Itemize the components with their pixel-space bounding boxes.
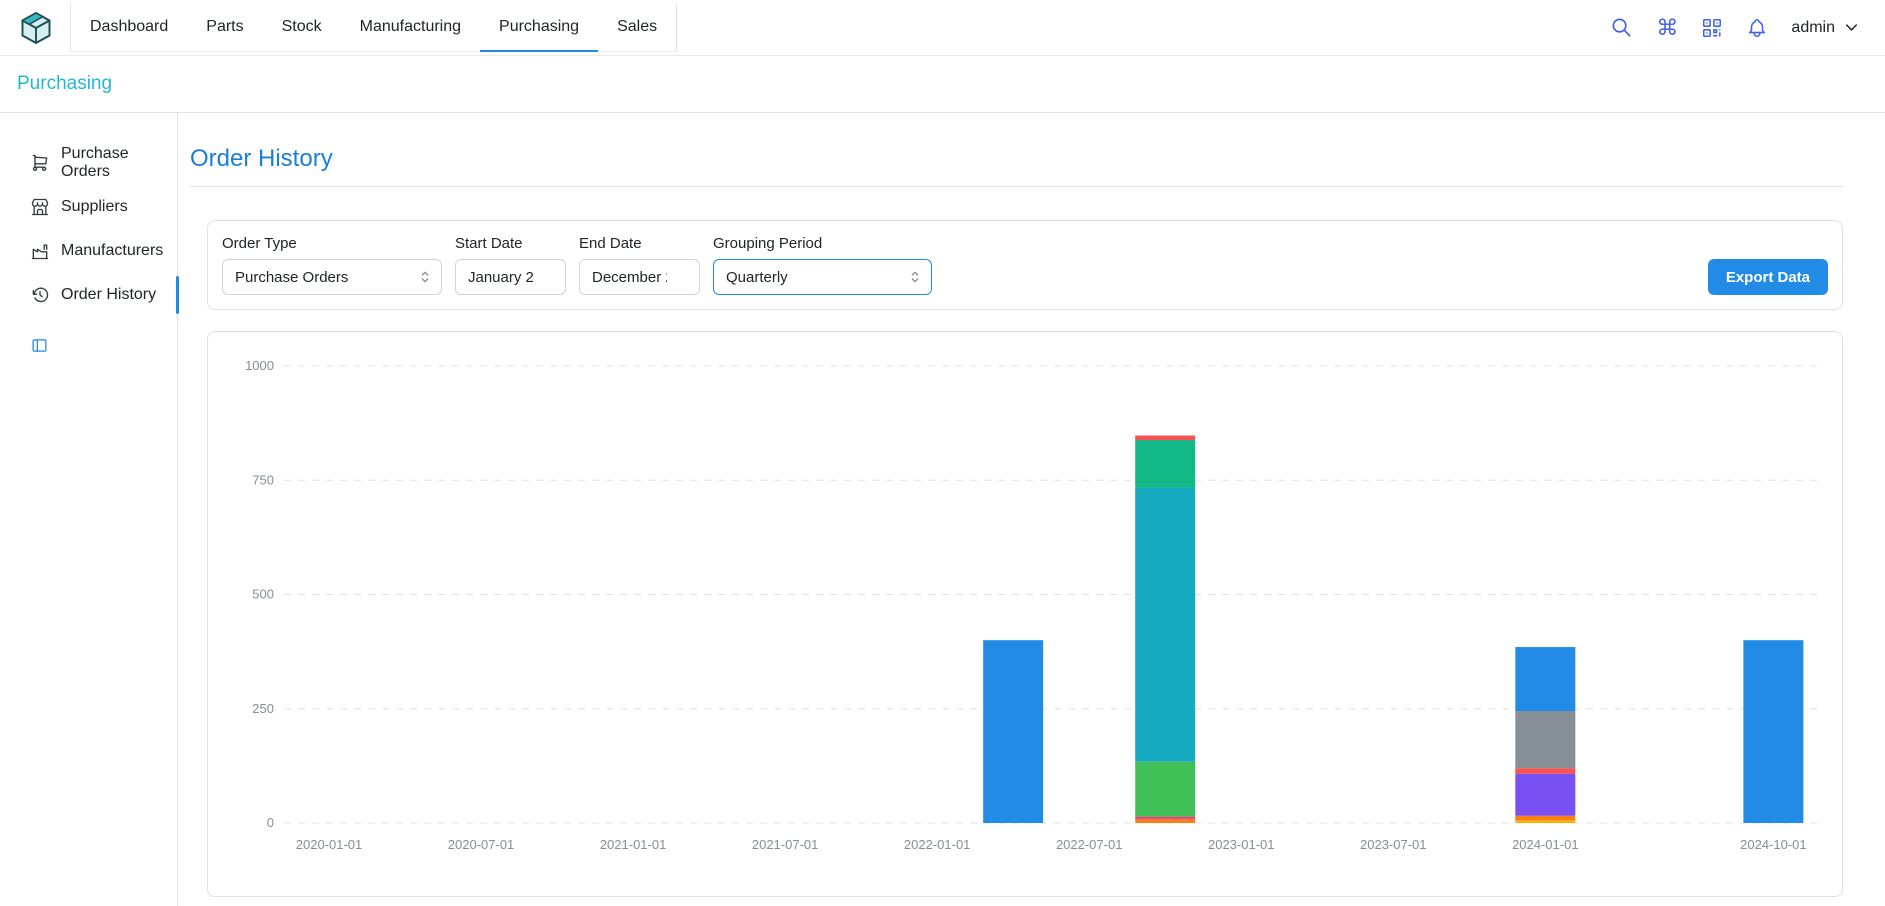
bar-segment [1135,488,1195,762]
bar-segment [1515,820,1575,823]
tab-manufacturing[interactable]: Manufacturing [341,4,480,52]
bar-segment [1515,816,1575,821]
start-date-label: Start Date [455,235,566,252]
bell-icon[interactable] [1746,17,1768,39]
top-navbar: Dashboard Parts Stock Manufacturing Purc… [0,0,1885,56]
svg-text:2020-07-01: 2020-07-01 [448,837,515,852]
header-actions: ⌘ admin [1610,16,1861,39]
svg-text:1000: 1000 [245,358,274,373]
sidebar-item-label: Manufacturers [61,242,163,260]
order-type-field: Order Type [222,235,442,295]
svg-text:2021-01-01: 2021-01-01 [600,837,667,852]
bar-segment [1515,711,1575,768]
grouping-period-select[interactable] [713,259,932,295]
app-logo-icon[interactable] [18,10,54,46]
command-icon[interactable]: ⌘ [1656,17,1678,39]
title-divider [190,186,1843,187]
tab-parts[interactable]: Parts [187,4,262,52]
store-icon [30,197,50,217]
page-content: Purchase Orders Suppliers Manufacturer [0,113,1885,906]
main-panel: Order History Order Type Start Date [178,113,1885,906]
grouping-period-field: Grouping Period [713,235,932,295]
filter-panel: Order Type Start Date End Date [207,220,1843,310]
tab-stock[interactable]: Stock [263,4,341,52]
bar-segment [1135,817,1195,820]
end-date-label: End Date [579,235,700,252]
start-date-input[interactable] [455,259,566,295]
breadcrumb: Purchasing [0,56,1885,113]
sidebar-item-manufacturers[interactable]: Manufacturers [0,229,177,273]
svg-text:2022-01-01: 2022-01-01 [904,837,971,852]
svg-text:2020-01-01: 2020-01-01 [296,837,363,852]
tab-purchasing[interactable]: Purchasing [480,4,598,52]
sidebar-item-suppliers[interactable]: Suppliers [0,185,177,229]
bar-segment [1515,768,1575,773]
history-icon [30,285,50,305]
svg-text:2023-07-01: 2023-07-01 [1360,837,1427,852]
bar-segment [1515,647,1575,711]
search-icon[interactable] [1610,16,1633,39]
order-type-select[interactable] [222,259,442,295]
tab-dashboard[interactable]: Dashboard [71,4,187,52]
svg-text:750: 750 [252,472,274,487]
user-menu[interactable]: admin [1791,18,1861,37]
sidebar-item-label: Purchase Orders [61,145,177,181]
svg-text:500: 500 [252,587,274,602]
sidebar-item-label: Suppliers [61,198,128,216]
factory-icon [30,241,50,261]
sidebar-toggle-icon[interactable] [31,337,48,354]
bar-segment [1135,819,1195,823]
svg-text:0: 0 [267,815,274,830]
chevron-down-icon [1842,18,1861,37]
svg-text:250: 250 [252,701,274,716]
end-date-input[interactable] [579,259,700,295]
end-date-field: End Date [579,235,700,295]
shopping-cart-icon [30,153,50,173]
page-title: Order History [190,145,1843,173]
svg-text:2021-07-01: 2021-07-01 [752,837,819,852]
main-nav-tabs: Dashboard Parts Stock Manufacturing Purc… [70,4,677,52]
qrcode-icon[interactable] [1701,17,1723,39]
order-type-label: Order Type [222,235,442,252]
chart-card: 0 250 500 750 1000 2020-01-01 2020-07-01 2021-0… [207,331,1843,897]
grouping-period-label: Grouping Period [713,235,932,252]
export-data-button[interactable]: Export Data [1708,259,1828,295]
bar-segment [1135,762,1195,817]
start-date-field: Start Date [455,235,566,295]
breadcrumb-purchasing[interactable]: Purchasing [17,73,112,95]
bar-segment [1743,640,1803,823]
sidebar: Purchase Orders Suppliers Manufacturer [0,113,178,906]
sidebar-item-purchase-orders[interactable]: Purchase Orders [0,141,177,185]
svg-text:2024-01-01: 2024-01-01 [1512,837,1579,852]
bar-segment [1135,440,1195,488]
svg-text:2022-07-01: 2022-07-01 [1056,837,1123,852]
bar-segment [1515,774,1575,816]
sidebar-item-order-history[interactable]: Order History [0,273,177,317]
tab-sales[interactable]: Sales [598,4,676,52]
username-label: admin [1791,19,1835,37]
svg-text:2024-10-01: 2024-10-01 [1740,837,1807,852]
sidebar-item-label: Order History [61,286,156,304]
svg-text:2023-01-01: 2023-01-01 [1208,837,1275,852]
bar-segment [983,640,1043,823]
bar-segment [1135,435,1195,440]
order-history-chart: 0 250 500 750 1000 2020-01-01 2020-07-01 2021-0… [222,346,1822,880]
